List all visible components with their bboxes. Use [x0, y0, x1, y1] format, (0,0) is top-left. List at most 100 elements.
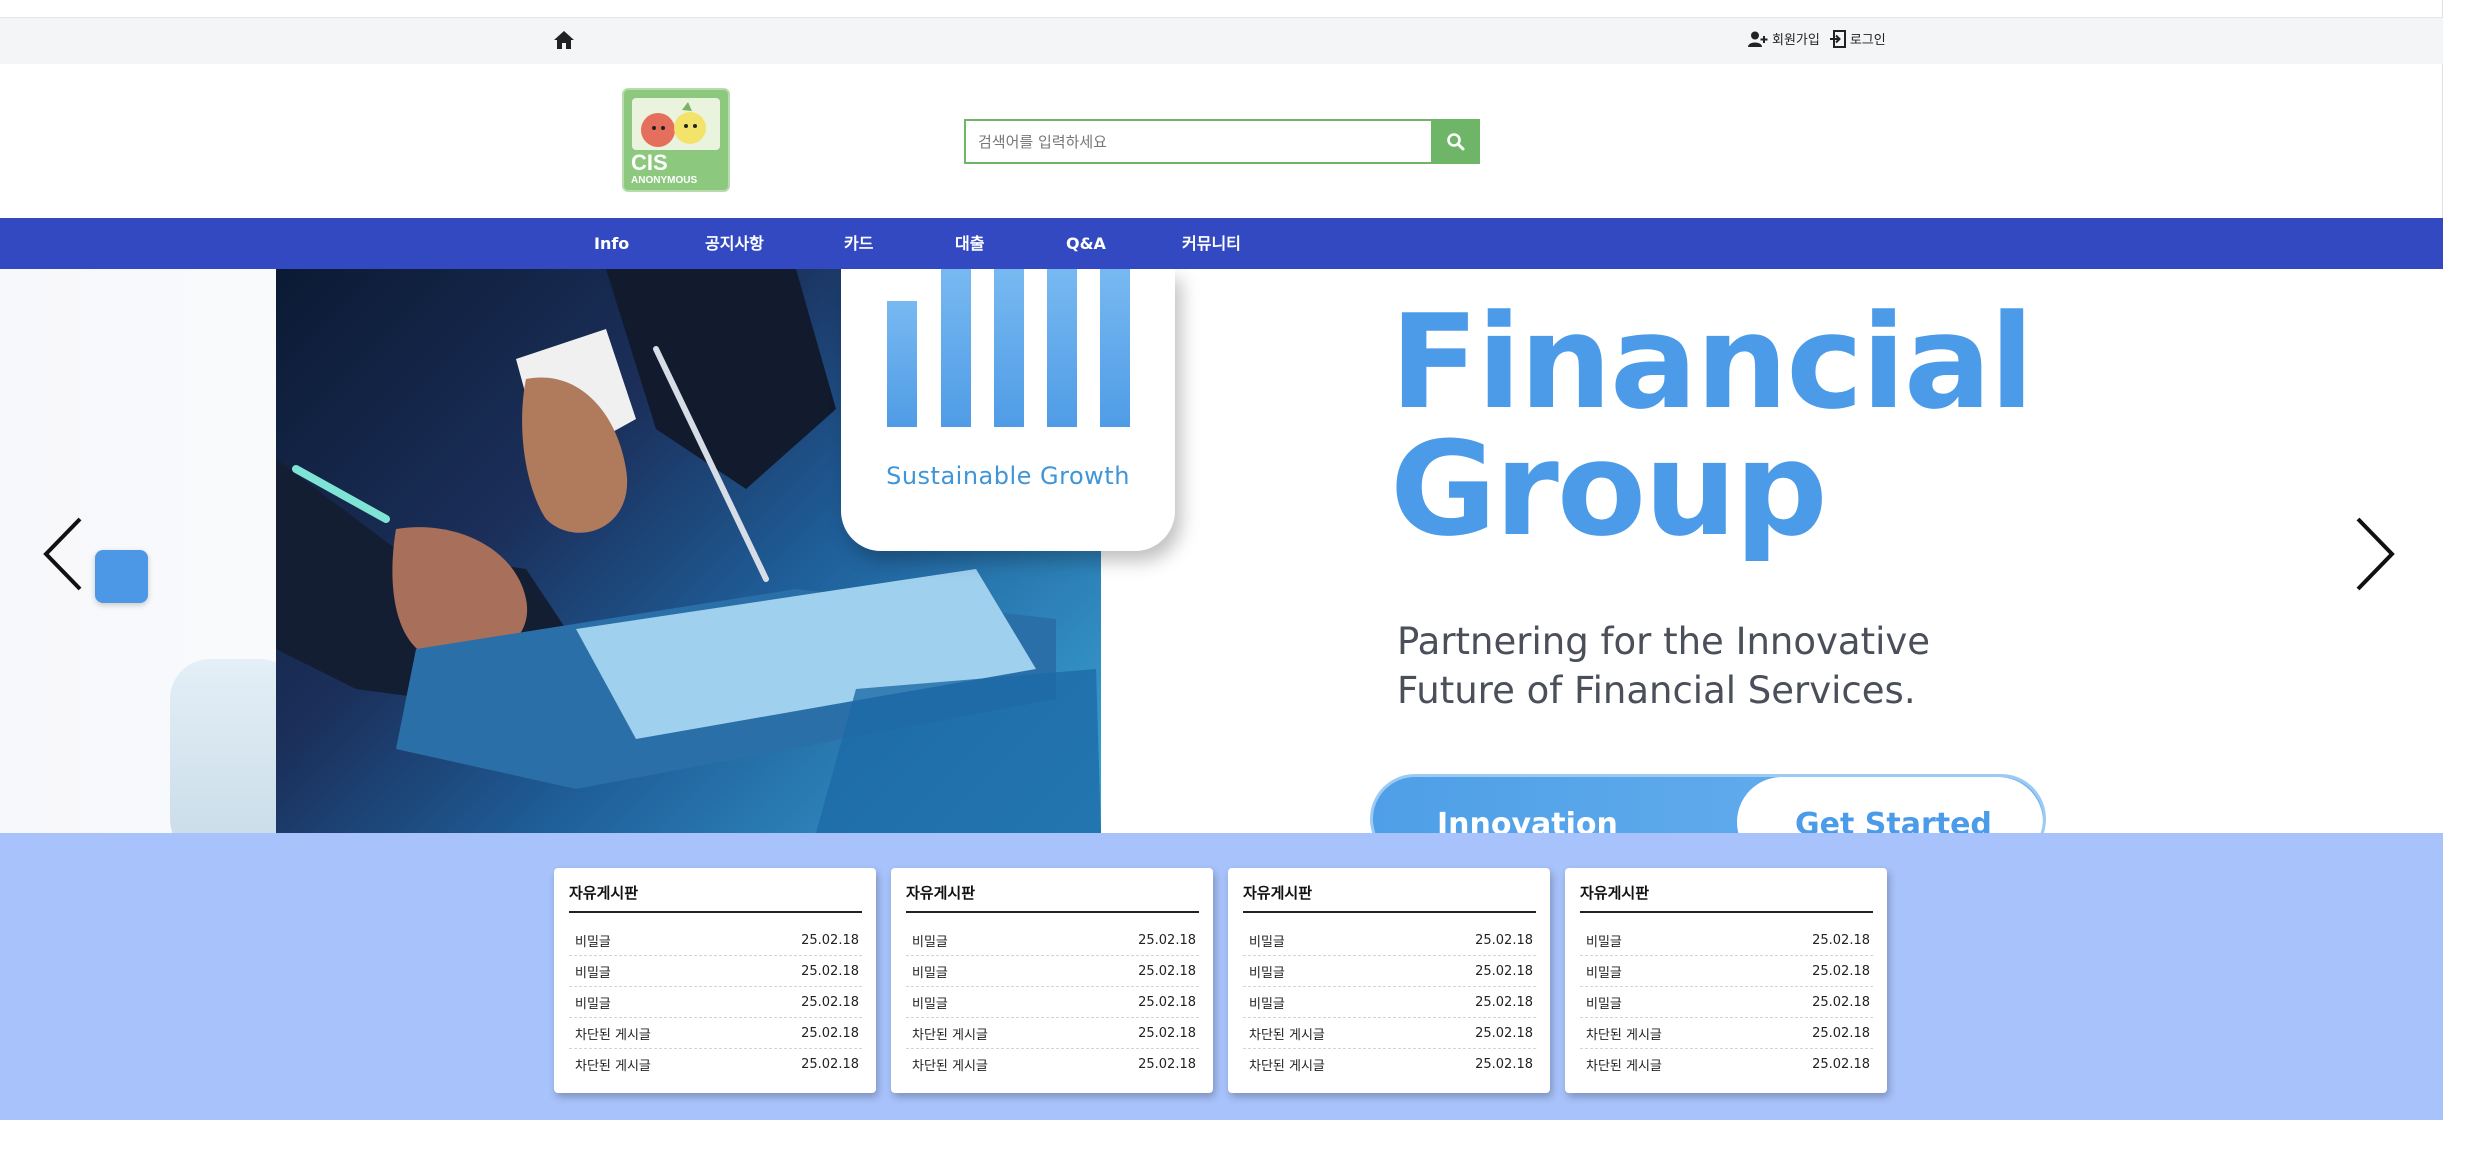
growth-bar: [994, 269, 1024, 427]
board-list: 비밀글 25.02.18 비밀글 25.02.18 비밀글 25.02.18 차단된 …: [1580, 925, 1873, 1080]
post-date: 25.02.18: [1138, 932, 1196, 948]
logo-text: CIS ANONYMOUS: [631, 152, 697, 186]
nav-item-notice[interactable]: 공지사항: [705, 218, 764, 269]
nav-item-card[interactable]: 카드: [844, 218, 873, 269]
post-title: 차단된 게시글: [1586, 1027, 1662, 1043]
search-button[interactable]: [1431, 119, 1480, 164]
board-list: 비밀글 25.02.18 비밀글 25.02.18 비밀글 25.02.18 차단된 …: [1243, 925, 1536, 1080]
home-icon[interactable]: [553, 30, 575, 50]
post-date: 25.02.18: [1812, 932, 1870, 948]
nav-item-loan[interactable]: 대출: [955, 218, 984, 269]
carousel-next-arrow-icon[interactable]: [2350, 514, 2400, 594]
board-row[interactable]: 비밀글 25.02.18: [1580, 925, 1873, 956]
carousel-prev-arrow-icon[interactable]: [40, 514, 90, 594]
hero-cta-pill: Innovation Get Started: [1370, 774, 2046, 833]
board-row[interactable]: 비밀글 25.02.18: [1243, 987, 1536, 1018]
nav-item-info[interactable]: Info: [594, 218, 629, 269]
top-utility-bar: 회원가입 로그인: [0, 17, 2443, 64]
boards-section: 자유게시판 비밀글 25.02.18 비밀글 25.02.18 비밀글 25.02.1…: [0, 833, 2443, 1120]
post-title: 비밀글: [912, 996, 948, 1012]
post-date: 25.02.18: [1812, 994, 1870, 1010]
post-title: 차단된 게시글: [912, 1059, 988, 1074]
board-row[interactable]: 비밀글 25.02.18: [569, 987, 862, 1018]
board-title[interactable]: 자유게시판: [569, 882, 862, 913]
post-date: 25.02.18: [801, 963, 859, 979]
login-link[interactable]: 로그인: [1829, 29, 1886, 48]
board-row[interactable]: 비밀글 25.02.18: [1580, 956, 1873, 987]
post-title: 차단된 게시글: [1586, 1059, 1662, 1074]
user-plus-icon: [1748, 31, 1768, 47]
logo-text-big: CIS: [631, 150, 668, 175]
board-row[interactable]: 비밀글 25.02.18: [1580, 987, 1873, 1018]
site-logo[interactable]: CIS ANONYMOUS: [622, 88, 730, 192]
get-started-label: Get Started: [1795, 807, 1992, 833]
board-row[interactable]: 비밀글 25.02.18: [1243, 956, 1536, 987]
post-title: 차단된 게시글: [1249, 1027, 1325, 1043]
board-row[interactable]: 차단된 게시글 25.02.18: [1580, 1018, 1873, 1049]
growth-bar: [1047, 269, 1077, 427]
post-date: 25.02.18: [801, 932, 859, 948]
post-title: 차단된 게시글: [575, 1027, 651, 1043]
board-row[interactable]: 차단된 게시글 25.02.18: [569, 1018, 862, 1049]
board-title[interactable]: 자유게시판: [906, 882, 1199, 913]
post-date: 25.02.18: [1138, 963, 1196, 979]
search-input[interactable]: [964, 119, 1431, 164]
nav-item-community[interactable]: 커뮤니티: [1182, 218, 1241, 269]
board-card: 자유게시판 비밀글 25.02.18 비밀글 25.02.18 비밀글 25.02.1…: [1565, 868, 1887, 1093]
post-title: 차단된 게시글: [912, 1027, 988, 1043]
board-card: 자유게시판 비밀글 25.02.18 비밀글 25.02.18 비밀글 25.02.1…: [1228, 868, 1550, 1093]
post-title: 비밀글: [575, 996, 611, 1012]
post-date: 25.02.18: [1475, 994, 1533, 1010]
login-label: 로그인: [1849, 33, 1886, 48]
board-list: 비밀글 25.02.18 비밀글 25.02.18 비밀글 25.02.18 차단된 …: [906, 925, 1199, 1080]
board-row[interactable]: 차단된 게시글 25.02.18: [569, 1049, 862, 1080]
board-row[interactable]: 차단된 게시글 25.02.18: [1243, 1018, 1536, 1049]
hero-headline-line-2: Group: [1390, 413, 1828, 565]
post-title: 비밀글: [1249, 965, 1285, 981]
post-date: 25.02.18: [801, 994, 859, 1010]
post-title: 비밀글: [1586, 965, 1622, 981]
post-date: 25.02.18: [1475, 932, 1533, 948]
page: 회원가입 로그인 CIS ANONYMOUS 검색어를 입력하세요 Info 공…: [0, 0, 2467, 1154]
post-title: 비밀글: [912, 934, 948, 950]
search-icon: [1446, 132, 1464, 150]
board-row[interactable]: 비밀글 25.02.18: [1243, 925, 1536, 956]
post-title: 비밀글: [912, 965, 948, 981]
hero-carousel: Sustainable Growth Financial Group Partn…: [0, 269, 2443, 833]
growth-label: Sustainable Growth: [886, 462, 1130, 490]
auth-links: 회원가입 로그인: [1748, 29, 1886, 48]
board-row[interactable]: 비밀글 25.02.18: [569, 956, 862, 987]
signup-link[interactable]: 회원가입: [1748, 29, 1820, 48]
hero-headline-line-1: Financial: [1390, 286, 2034, 438]
board-row[interactable]: 비밀글 25.02.18: [569, 925, 862, 956]
post-date: 25.02.18: [1475, 1057, 1533, 1072]
post-title: 차단된 게시글: [575, 1059, 651, 1074]
post-date: 25.02.18: [1475, 963, 1533, 979]
board-list: 비밀글 25.02.18 비밀글 25.02.18 비밀글 25.02.18 차단된 …: [569, 925, 862, 1080]
board-title[interactable]: 자유게시판: [1243, 882, 1536, 913]
board-row[interactable]: 차단된 게시글 25.02.18: [1580, 1049, 1873, 1080]
hero-tagline-line-1: Partnering for the Innovative: [1397, 620, 1931, 663]
board-row[interactable]: 차단된 게시글 25.02.18: [1243, 1049, 1536, 1080]
board-row[interactable]: 비밀글 25.02.18: [906, 956, 1199, 987]
post-title: 비밀글: [575, 965, 611, 981]
signup-label: 회원가입: [1772, 33, 1820, 48]
board-row[interactable]: 차단된 게시글 25.02.18: [906, 1018, 1199, 1049]
page-frame: 회원가입 로그인 CIS ANONYMOUS 검색어를 입력하세요 Info 공…: [0, 0, 2443, 1120]
post-date: 25.02.18: [1812, 1057, 1870, 1072]
post-date: 25.02.18: [801, 1025, 859, 1041]
board-row[interactable]: 비밀글 25.02.18: [906, 925, 1199, 956]
board-card: 자유게시판 비밀글 25.02.18 비밀글 25.02.18 비밀글 25.02.1…: [554, 868, 876, 1093]
post-title: 비밀글: [1586, 934, 1622, 950]
board-row[interactable]: 비밀글 25.02.18: [906, 987, 1199, 1018]
board-row[interactable]: 차단된 게시글 25.02.18: [906, 1049, 1199, 1080]
post-date: 25.02.18: [1812, 1025, 1870, 1041]
innovation-label: Innovation: [1437, 807, 1618, 833]
nav-item-qna[interactable]: Q&A: [1066, 218, 1106, 269]
carousel-indicator[interactable]: [95, 550, 148, 603]
logo-illustration: [632, 98, 720, 150]
post-title: 비밀글: [1249, 996, 1285, 1012]
get-started-button[interactable]: Get Started: [1737, 777, 2043, 833]
board-title[interactable]: 자유게시판: [1580, 882, 1873, 913]
post-date: 25.02.18: [1812, 963, 1870, 979]
